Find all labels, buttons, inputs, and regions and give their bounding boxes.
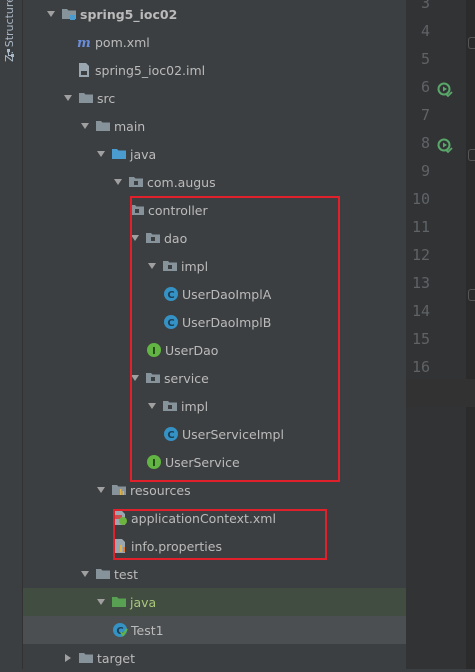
editor-gutter: 34567891011121314151617 <box>406 0 466 669</box>
tree-node[interactable]: test <box>79 560 138 588</box>
tree-node-label: java <box>130 146 157 162</box>
folder-icon <box>78 90 94 106</box>
tree-node[interactable]: src <box>62 84 115 112</box>
tree-node-label: pom.xml <box>95 34 150 50</box>
tree-row-com-augus[interactable]: com.augus <box>23 168 406 196</box>
tree-node[interactable]: spring5_ioc02.iml <box>76 56 205 84</box>
tree-row-main[interactable]: main <box>23 112 406 140</box>
tree-row-java[interactable]: java <box>23 588 406 616</box>
maven-icon: m <box>76 34 92 51</box>
current-line-highlight <box>406 379 475 407</box>
expand-arrow-down-icon[interactable] <box>45 0 57 28</box>
tree-node[interactable]: C Test1 <box>112 616 164 644</box>
iml-file-icon <box>76 62 92 78</box>
tree-node-label: spring5_ioc02 <box>80 6 178 22</box>
tree-node-label: resources <box>130 482 191 498</box>
tree-node[interactable]: target <box>62 644 135 672</box>
line-number: 10 <box>411 190 430 208</box>
fold-marker-icon[interactable] <box>468 289 475 301</box>
line-number: 15 <box>411 330 430 348</box>
tree-row-target[interactable]: target <box>23 644 406 672</box>
tree-row-java[interactable]: java <box>23 140 406 168</box>
module-folder-icon <box>61 6 77 22</box>
tree-node-label: java <box>130 594 157 610</box>
resources-folder-icon <box>111 482 127 498</box>
expand-arrow-down-icon[interactable] <box>62 84 74 112</box>
svg-text:m: m <box>77 36 91 50</box>
package-icon <box>128 174 144 190</box>
line-number: 3 <box>420 0 430 12</box>
editor-area[interactable]: 34567891011121314151617 <box>406 0 475 669</box>
line-number: 13 <box>411 274 430 292</box>
highlight-box-packages <box>130 196 340 482</box>
tree-node[interactable]: spring5_ioc02 <box>45 0 177 28</box>
line-number: 11 <box>411 218 430 236</box>
line-number: 14 <box>411 302 430 320</box>
expand-arrow-down-icon[interactable] <box>79 112 91 140</box>
highlight-box-resources <box>113 509 327 560</box>
line-number: 8 <box>420 134 430 152</box>
tree-node[interactable]: m pom.xml <box>76 28 150 56</box>
line-number: 16 <box>411 358 430 376</box>
tree-node-label: main <box>114 118 146 134</box>
tree-row-spring5-ioc02[interactable]: spring5_ioc02 <box>23 0 406 28</box>
expand-arrow-down-icon[interactable] <box>112 168 124 196</box>
folder-icon <box>95 566 111 582</box>
tree-node-label: Test1 <box>131 622 164 638</box>
expand-arrow-down-icon[interactable] <box>95 588 107 616</box>
line-number: 12 <box>411 246 430 264</box>
expand-arrow-right-icon[interactable] <box>62 644 74 672</box>
tree-node[interactable]: java <box>95 588 156 616</box>
line-number: 7 <box>420 106 430 124</box>
tree-node-label: spring5_ioc02.iml <box>95 62 206 78</box>
tree-node-label: test <box>114 566 139 582</box>
test-class-icon: C <box>112 622 128 638</box>
run-gutter-icon[interactable] <box>437 138 453 154</box>
run-gutter-icon[interactable] <box>437 82 453 98</box>
tree-row-test[interactable]: test <box>23 560 406 588</box>
structure-tool-strip: Z: Structure <box>0 0 23 669</box>
source-root-icon <box>111 146 127 162</box>
expand-arrow-down-icon[interactable] <box>95 476 107 504</box>
tree-node[interactable]: java <box>95 140 156 168</box>
tree-node[interactable]: com.augus <box>112 168 216 196</box>
line-number: 6 <box>420 78 430 96</box>
tree-row-test1[interactable]: C Test1 <box>23 616 406 644</box>
folder-icon <box>95 118 111 134</box>
line-number: 5 <box>420 50 430 68</box>
test-root-icon <box>111 594 127 610</box>
tree-row-pom-xml[interactable]: m pom.xml <box>23 28 406 56</box>
tree-row-src[interactable]: src <box>23 84 406 112</box>
tree-node-label: com.augus <box>147 174 216 190</box>
structure-tab[interactable]: Z: Structure <box>3 0 19 64</box>
folder-icon <box>78 650 94 666</box>
expand-arrow-down-icon[interactable] <box>79 560 91 588</box>
line-number: 9 <box>420 162 430 180</box>
structure-tab-label: Z: Structure <box>3 0 16 62</box>
tree-node-label: target <box>97 650 136 666</box>
tree-node-label: src <box>97 90 116 106</box>
fold-marker-icon[interactable] <box>468 149 475 161</box>
expand-arrow-down-icon[interactable] <box>95 140 107 168</box>
tree-row-spring5-ioc02-iml[interactable]: spring5_ioc02.iml <box>23 56 406 84</box>
line-number: 4 <box>420 22 430 40</box>
fold-marker-icon[interactable] <box>468 37 475 49</box>
tree-node[interactable]: main <box>79 112 145 140</box>
